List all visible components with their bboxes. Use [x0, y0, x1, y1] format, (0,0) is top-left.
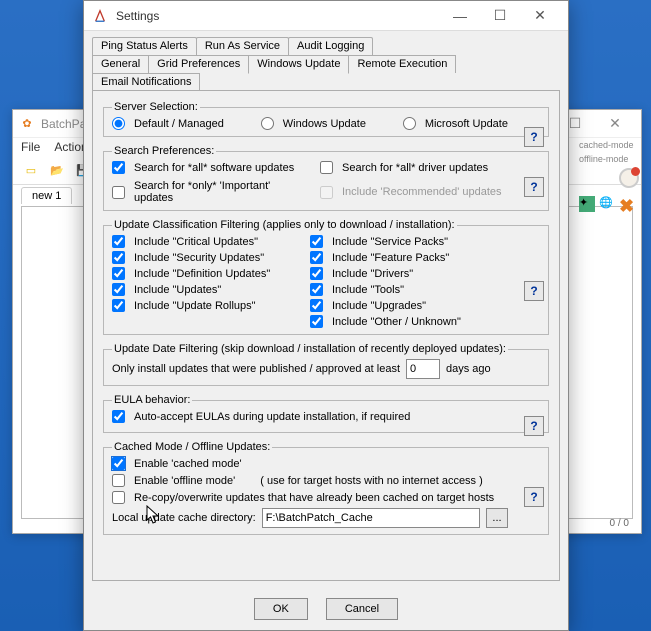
help-button-classification[interactable]: ? [524, 281, 544, 301]
check-enable-cached[interactable]: Enable 'cached mode' [112, 457, 508, 470]
legend-search-prefs: Search Preferences: [112, 145, 216, 157]
settings-app-icon [92, 8, 108, 24]
batchpatch-icon: ✿ [19, 116, 35, 132]
check-service-packs[interactable]: Include "Service Packs" [310, 235, 508, 248]
back-status: 0 / 0 [610, 518, 629, 529]
dialog-title: Settings [116, 9, 159, 23]
help-button-cached[interactable]: ? [524, 487, 544, 507]
legend-date-filtering: Update Date Filtering (skip download / i… [112, 343, 508, 355]
date-filter-label-pre: Only install updates that were published… [112, 363, 400, 375]
check-recopy-overwrite[interactable]: Re-copy/overwrite updates that have alre… [112, 491, 508, 504]
side-tool-2-icon[interactable]: 🌐 [599, 196, 615, 212]
tab-panel-windows-update: Server Selection: Default / Managed Wind… [92, 90, 560, 581]
menu-file[interactable]: File [21, 140, 40, 154]
group-server-selection: Server Selection: Default / Managed Wind… [103, 101, 549, 137]
side-badge-icon [619, 168, 639, 188]
tab-remote-execution[interactable]: Remote Execution [348, 55, 456, 73]
side-label-offline: offline-mode [579, 154, 628, 164]
check-tools[interactable]: Include "Tools" [310, 283, 508, 296]
help-button-server[interactable]: ? [524, 127, 544, 147]
tab-run-as-service[interactable]: Run As Service [196, 37, 289, 55]
date-filter-label-post: days ago [446, 363, 491, 375]
check-upgrades[interactable]: Include "Upgrades" [310, 299, 508, 312]
radio-windows-update[interactable]: Windows Update [261, 117, 366, 130]
close-icon[interactable]: ✕ [595, 113, 635, 135]
back-tab-new1[interactable]: new 1 [21, 187, 72, 204]
side-tool-1-icon[interactable]: ✦ [579, 196, 595, 212]
radio-default-managed[interactable]: Default / Managed [112, 117, 224, 130]
side-panel: cached-mode offline-mode ✦ 🌐 ✖ [579, 140, 639, 212]
legend-classification: Update Classification Filtering (applies… [112, 219, 457, 231]
check-definition[interactable]: Include "Definition Updates" [112, 267, 310, 280]
group-search-preferences: Search Preferences: Search for *all* sof… [103, 145, 549, 211]
check-drivers[interactable]: Include "Drivers" [310, 267, 508, 280]
cache-dir-input[interactable] [262, 508, 480, 528]
tab-grid-preferences[interactable]: Grid Preferences [148, 55, 249, 73]
radio-microsoft-update[interactable]: Microsoft Update [403, 117, 508, 130]
cancel-button[interactable]: Cancel [326, 598, 398, 620]
group-date-filtering: Update Date Filtering (skip download / i… [103, 343, 549, 386]
side-label-cached: cached-mode [579, 140, 634, 150]
cache-dir-label: Local update cache directory: [112, 512, 256, 524]
legend-eula: EULA behavior: [112, 394, 192, 406]
check-all-software[interactable]: Search for *all* software updates [112, 161, 300, 174]
offline-note: ( use for target hosts with no internet … [260, 475, 483, 487]
help-button-search[interactable]: ? [524, 177, 544, 197]
tab-general[interactable]: General [92, 55, 149, 73]
toolbar-new-icon[interactable]: ▭ [21, 160, 41, 180]
check-security[interactable]: Include "Security Updates" [112, 251, 310, 264]
group-eula: EULA behavior: Auto-accept EULAs during … [103, 394, 549, 433]
dialog-titlebar: Settings ― ☐ ✕ [84, 1, 568, 31]
group-classification: Update Classification Filtering (applies… [103, 219, 549, 335]
tab-strip: Ping Status Alerts Run As Service Audit … [84, 31, 568, 91]
help-button-eula[interactable]: ? [524, 416, 544, 436]
toolbar-open-icon[interactable]: 📂 [47, 160, 67, 180]
legend-server-selection: Server Selection: [112, 101, 200, 113]
browse-cache-dir-button[interactable]: ... [486, 508, 508, 528]
side-tool-3-icon[interactable]: ✖ [619, 196, 635, 212]
tab-email-notifications[interactable]: Email Notifications [92, 73, 200, 91]
dialog-minimize-icon[interactable]: ― [440, 5, 480, 27]
check-rollups[interactable]: Include "Update Rollups" [112, 299, 310, 312]
check-critical[interactable]: Include "Critical Updates" [112, 235, 310, 248]
check-only-important[interactable]: Search for *only* 'Important' updates [112, 180, 300, 204]
check-include-recommended: Include 'Recommended' updates [320, 180, 508, 204]
check-all-driver[interactable]: Search for *all* driver updates [320, 161, 508, 174]
check-updates[interactable]: Include "Updates" [112, 283, 310, 296]
settings-dialog: Settings ― ☐ ✕ Ping Status Alerts Run As… [83, 0, 569, 631]
tab-ping-status[interactable]: Ping Status Alerts [92, 37, 197, 55]
check-enable-offline[interactable]: Enable 'offline mode' [112, 474, 235, 487]
dialog-footer: OK Cancel [84, 590, 568, 630]
check-auto-accept-eula[interactable]: Auto-accept EULAs during update installa… [112, 410, 410, 423]
check-other[interactable]: Include "Other / Unknown" [310, 315, 508, 328]
days-ago-input[interactable] [406, 359, 440, 379]
dialog-close-icon[interactable]: ✕ [520, 5, 560, 27]
legend-cached: Cached Mode / Offline Updates: [112, 441, 272, 453]
tab-windows-update[interactable]: Windows Update [248, 55, 349, 74]
dialog-maximize-icon[interactable]: ☐ [480, 5, 520, 27]
check-feature-packs[interactable]: Include "Feature Packs" [310, 251, 508, 264]
group-cached-mode: Cached Mode / Offline Updates: Enable 'c… [103, 441, 549, 535]
ok-button[interactable]: OK [254, 598, 308, 620]
tab-audit-logging[interactable]: Audit Logging [288, 37, 373, 55]
